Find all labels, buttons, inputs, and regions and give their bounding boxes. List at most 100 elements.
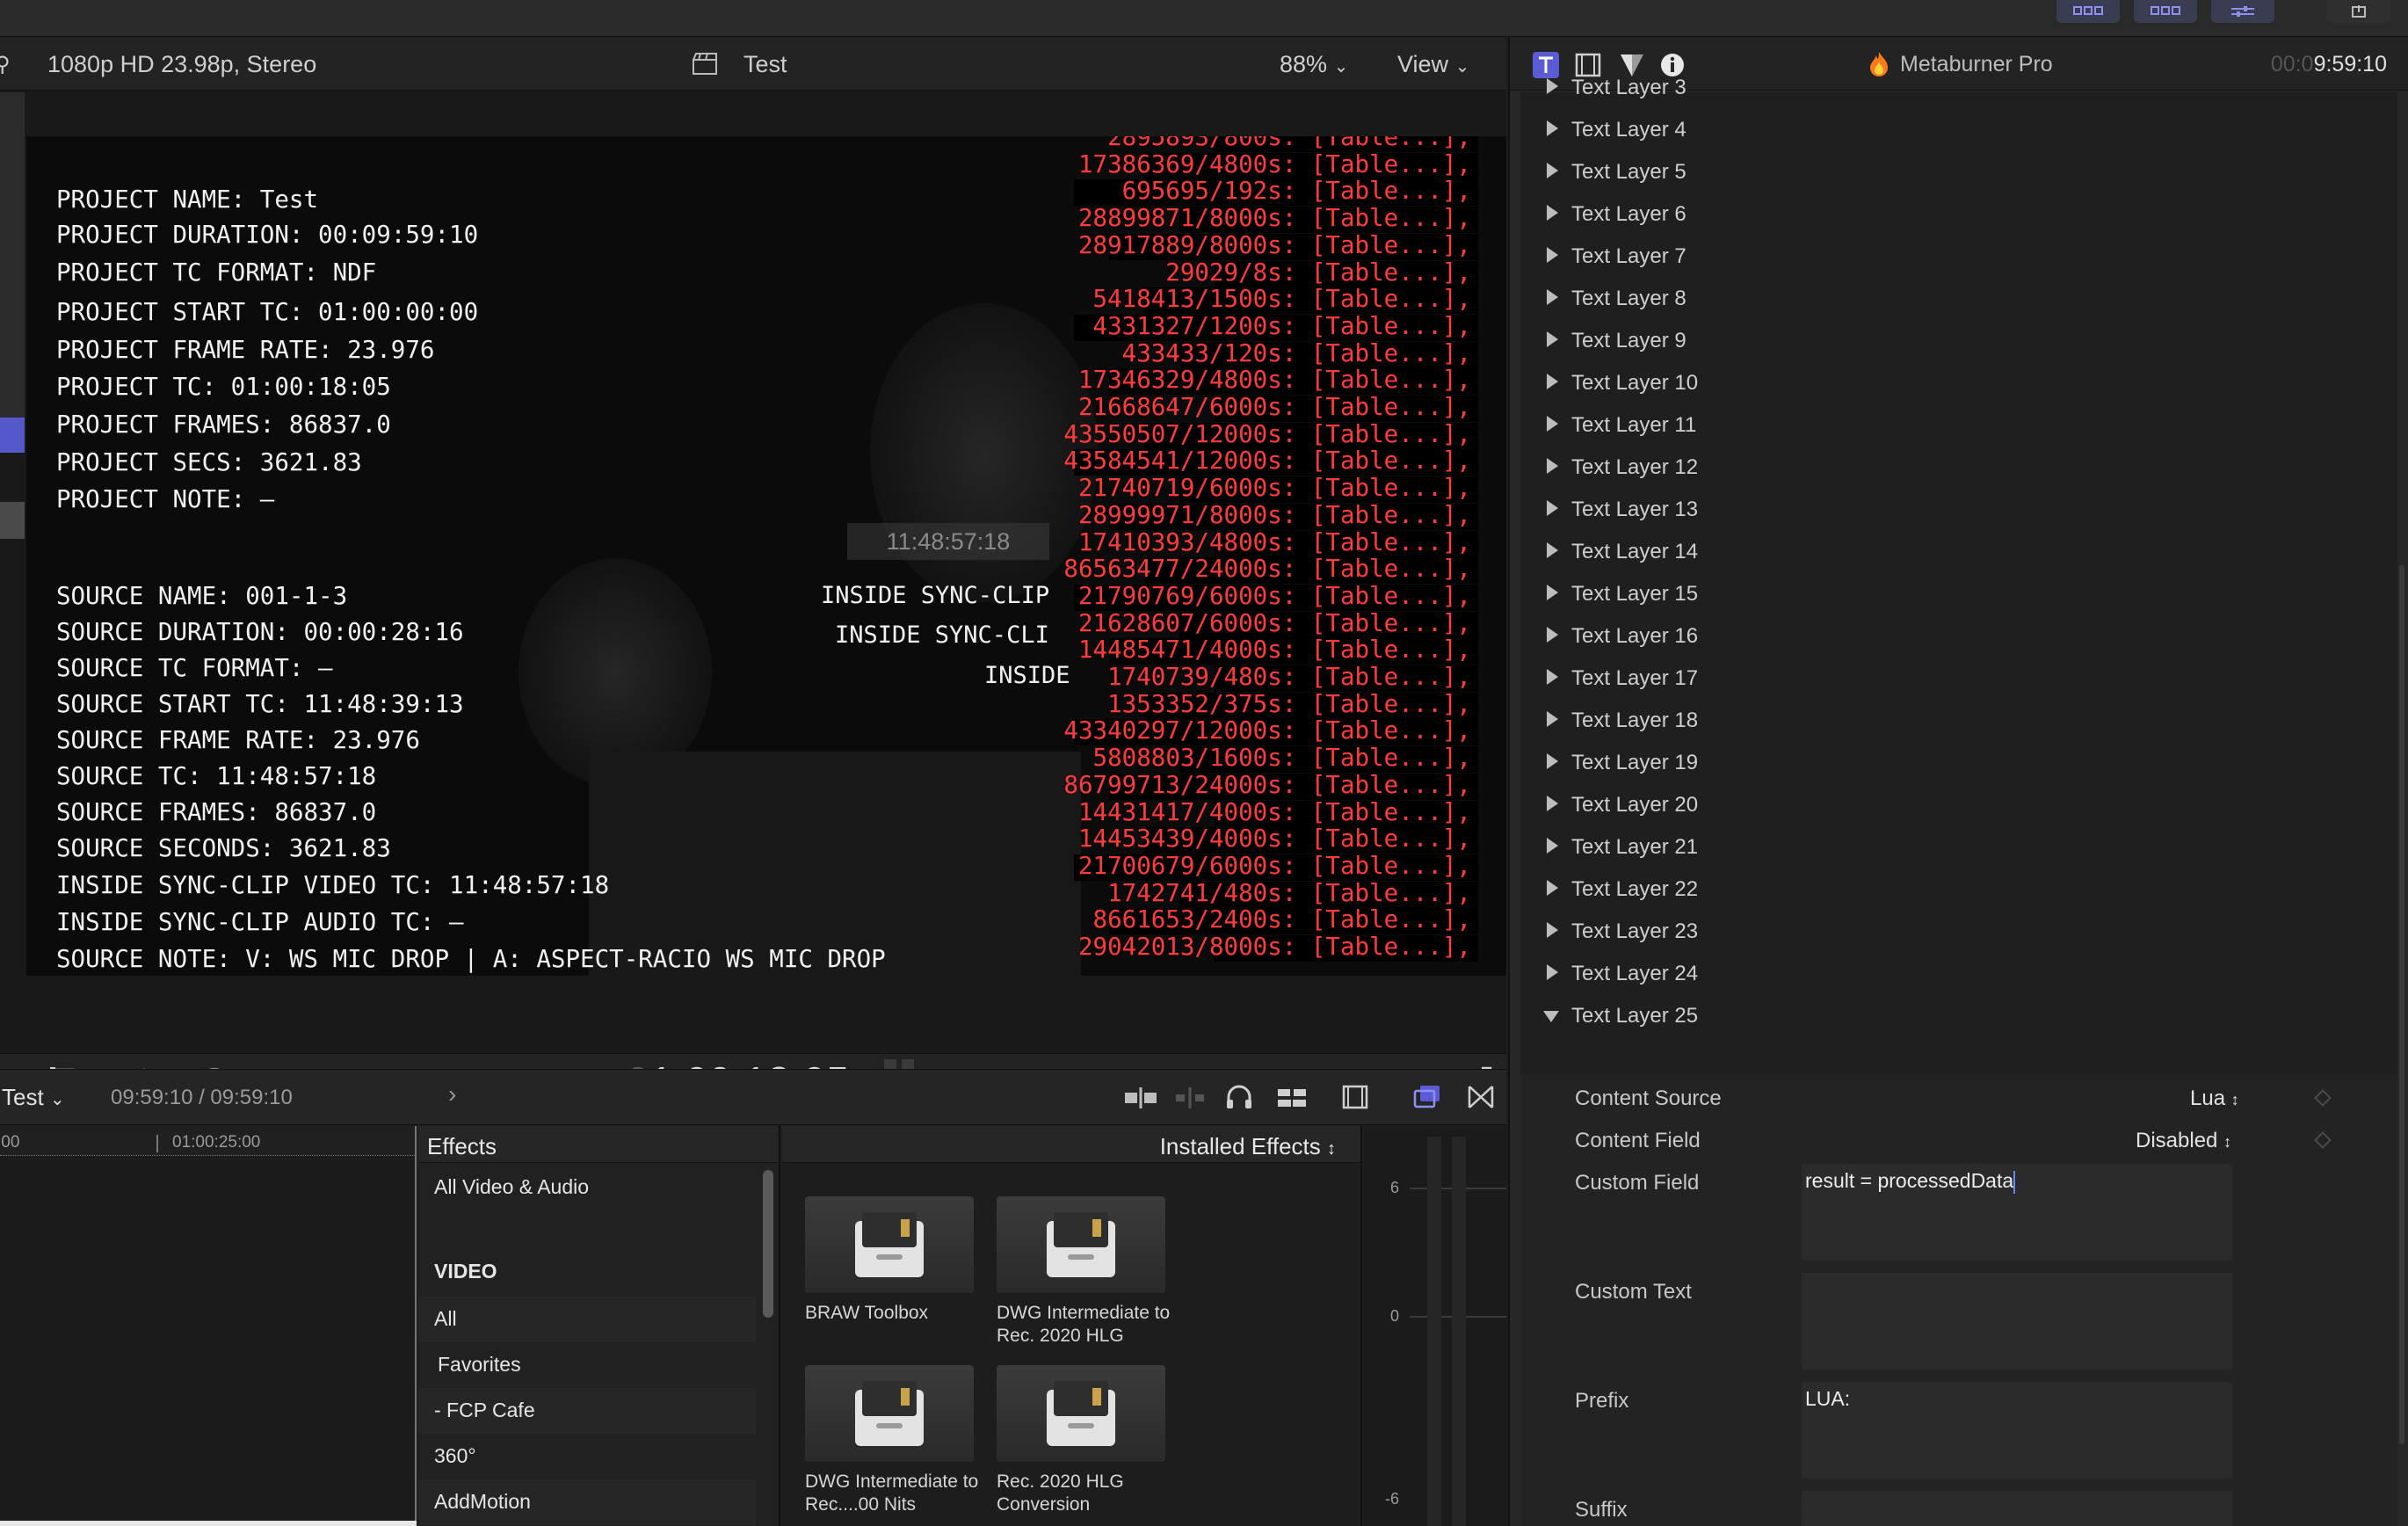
disclosure-closed-icon[interactable] xyxy=(1547,922,1558,938)
text-layer-row[interactable]: Text Layer 20 xyxy=(1520,785,2382,827)
content-source-select[interactable]: Lua ↕ xyxy=(2190,1086,2239,1111)
disclosure-closed-icon[interactable] xyxy=(1547,163,1558,178)
burn-in-line: SOURCE NOTE: V: WS MIC DROP | A: ASPECT-… xyxy=(56,945,886,973)
disclosure-closed-icon[interactable] xyxy=(1547,964,1558,980)
text-layer-row[interactable]: Text Layer 22 xyxy=(1520,869,2382,912)
installed-effects-dropdown[interactable]: Installed Effects ↕ xyxy=(1160,1133,1336,1160)
text-layer-row[interactable]: Text Layer 12 xyxy=(1520,447,2382,490)
text-layer-row[interactable]: Text Layer 16 xyxy=(1520,616,2382,658)
text-layer-row[interactable]: Text Layer 4 xyxy=(1520,110,2382,152)
share-icon xyxy=(2352,5,2366,18)
layout-button-1[interactable] xyxy=(2056,0,2120,23)
burn-in-red-line: 28999971/8000s: [Table...], xyxy=(1077,500,1471,529)
text-layer-row[interactable]: Text Layer 25 xyxy=(1520,996,2382,1038)
text-layer-row[interactable]: Text Layer 15 xyxy=(1520,574,2382,616)
text-layer-row[interactable]: Text Layer 6 xyxy=(1520,194,2382,236)
effects-category-addmotion[interactable]: AddMotion xyxy=(418,1479,756,1525)
inspector-toggle-button[interactable] xyxy=(2211,0,2274,23)
effects-category-360[interactable]: 360° xyxy=(418,1434,756,1479)
clip-appearance-icon[interactable] xyxy=(1341,1084,1369,1115)
layout-button-2[interactable] xyxy=(2134,0,2197,23)
prefix-input[interactable]: LUA: xyxy=(1802,1382,2232,1479)
keyframe-diamond-icon[interactable] xyxy=(2314,1089,2332,1107)
disclosure-closed-icon[interactable] xyxy=(1547,289,1558,305)
transitions-icon[interactable] xyxy=(1468,1084,1494,1115)
text-layer-row[interactable]: Text Layer 5 xyxy=(1520,152,2382,194)
custom-text-input[interactable] xyxy=(1802,1273,2232,1370)
audio-skim-icon[interactable] xyxy=(1174,1086,1206,1115)
disclosure-closed-icon[interactable] xyxy=(1547,78,1558,94)
playhead-line[interactable] xyxy=(415,1126,417,1526)
prefix-value: LUA: xyxy=(1805,1387,1851,1410)
disclosure-closed-icon[interactable] xyxy=(1547,585,1558,600)
search-icon[interactable]: ⚲ xyxy=(0,52,11,77)
content-field-select[interactable]: Disabled ↕ xyxy=(2136,1129,2231,1153)
chevron-down-icon: ⌄ xyxy=(49,1090,65,1109)
disclosure-closed-icon[interactable] xyxy=(1547,627,1558,643)
disclosure-closed-icon[interactable] xyxy=(1547,374,1558,389)
text-layer-row[interactable]: Text Layer 18 xyxy=(1520,701,2382,743)
disclosure-closed-icon[interactable] xyxy=(1547,669,1558,685)
text-layer-row[interactable]: Text Layer 19 xyxy=(1520,743,2382,785)
text-layer-row[interactable]: Text Layer 17 xyxy=(1520,658,2382,701)
forward-icon[interactable]: › xyxy=(448,1080,456,1108)
effect-thumbnail[interactable] xyxy=(805,1196,974,1293)
text-layer-row[interactable]: Text Layer 8 xyxy=(1520,279,2382,321)
disclosure-closed-icon[interactable] xyxy=(1547,247,1558,263)
burn-in-red-line: 695695/192s: [Table...], xyxy=(1121,177,1471,206)
disclosure-closed-icon[interactable] xyxy=(1547,711,1558,727)
disclosure-closed-icon[interactable] xyxy=(1547,205,1558,221)
burn-in-red-line: 86799713/24000s: [Table...], xyxy=(1063,770,1471,799)
text-layer-row[interactable]: Text Layer 7 xyxy=(1520,236,2382,279)
text-layer-row[interactable]: Text Layer 24 xyxy=(1520,954,2382,996)
effects-category-fcp-cafe[interactable]: - FCP Cafe xyxy=(418,1388,756,1434)
disclosure-closed-icon[interactable] xyxy=(1547,542,1558,558)
disclosure-closed-icon[interactable] xyxy=(1547,500,1558,516)
zoom-dropdown[interactable]: 88% ⌄ xyxy=(1280,51,1348,78)
text-layer-row[interactable]: Text Layer 21 xyxy=(1520,827,2382,869)
disclosure-closed-icon[interactable] xyxy=(1547,416,1558,432)
disclosure-closed-icon[interactable] xyxy=(1547,880,1558,896)
effects-browser-icon[interactable] xyxy=(1413,1084,1443,1115)
text-layer-row[interactable]: Text Layer 14 xyxy=(1520,532,2382,574)
text-layer-row[interactable]: Text Layer 10 xyxy=(1520,363,2382,405)
view-menu[interactable]: View ⌄ xyxy=(1397,51,1469,78)
disclosure-closed-icon[interactable] xyxy=(1547,331,1558,347)
text-layer-row[interactable]: Text Layer 13 xyxy=(1520,490,2382,532)
suffix-input[interactable] xyxy=(1802,1491,2232,1526)
category-label: Favorites xyxy=(438,1353,521,1376)
timeline-area[interactable]: :00 01:00:25:00 xyxy=(0,1126,417,1526)
timeline-scroll-track xyxy=(0,1521,417,1526)
text-layer-row[interactable]: Text Layer 11 xyxy=(1520,405,2382,447)
sync-fragment: INSIDE SYNC-CLI xyxy=(835,621,1049,649)
effects-category-all-video-audio[interactable]: All Video & Audio xyxy=(418,1163,756,1209)
keyframe-diamond-icon[interactable] xyxy=(2314,1131,2332,1149)
custom-field-input[interactable]: result = processedData xyxy=(1802,1164,2232,1261)
effects-category-favorites[interactable]: Favorites xyxy=(418,1342,756,1388)
disclosure-closed-icon[interactable] xyxy=(1547,838,1558,854)
burn-in-red-line: 14485471/4000s: [Table...], xyxy=(1077,636,1471,665)
disclosure-closed-icon[interactable] xyxy=(1547,753,1558,769)
blade-icon[interactable] xyxy=(1123,1086,1158,1115)
burn-in-line: SOURCE FRAMES: 86837.0 xyxy=(56,798,377,826)
grid-icon xyxy=(2151,6,2180,15)
effect-thumbnail[interactable] xyxy=(997,1365,1165,1462)
text-layer-row[interactable]: Text Layer 23 xyxy=(1520,912,2382,954)
snapping-icon[interactable] xyxy=(1276,1086,1308,1115)
effect-thumbnail[interactable] xyxy=(805,1365,974,1462)
share-button[interactable] xyxy=(2327,0,2390,23)
effects-category-all[interactable]: All xyxy=(418,1297,756,1342)
burn-in-red-line: 17410393/4800s: [Table...], xyxy=(1077,527,1471,556)
text-layer-row[interactable]: Text Layer 9 xyxy=(1520,321,2382,363)
text-layer-row[interactable]: Text Layer 3 xyxy=(1520,68,2382,110)
disclosure-closed-icon[interactable] xyxy=(1547,796,1558,811)
inspector-scrollbar[interactable] xyxy=(2399,565,2404,1444)
effect-thumbnail[interactable] xyxy=(997,1196,1165,1293)
burn-in-red-line: 43584541/12000s: [Table...], xyxy=(1063,447,1471,476)
disclosure-closed-icon[interactable] xyxy=(1547,120,1558,136)
disclosure-open-icon[interactable] xyxy=(1543,1011,1559,1022)
disclosure-closed-icon[interactable] xyxy=(1547,458,1558,474)
effects-sidebar-scrollbar[interactable] xyxy=(763,1170,773,1318)
headphones-icon[interactable] xyxy=(1225,1084,1253,1115)
project-dropdown[interactable]: Test ⌄ xyxy=(2,1084,65,1111)
